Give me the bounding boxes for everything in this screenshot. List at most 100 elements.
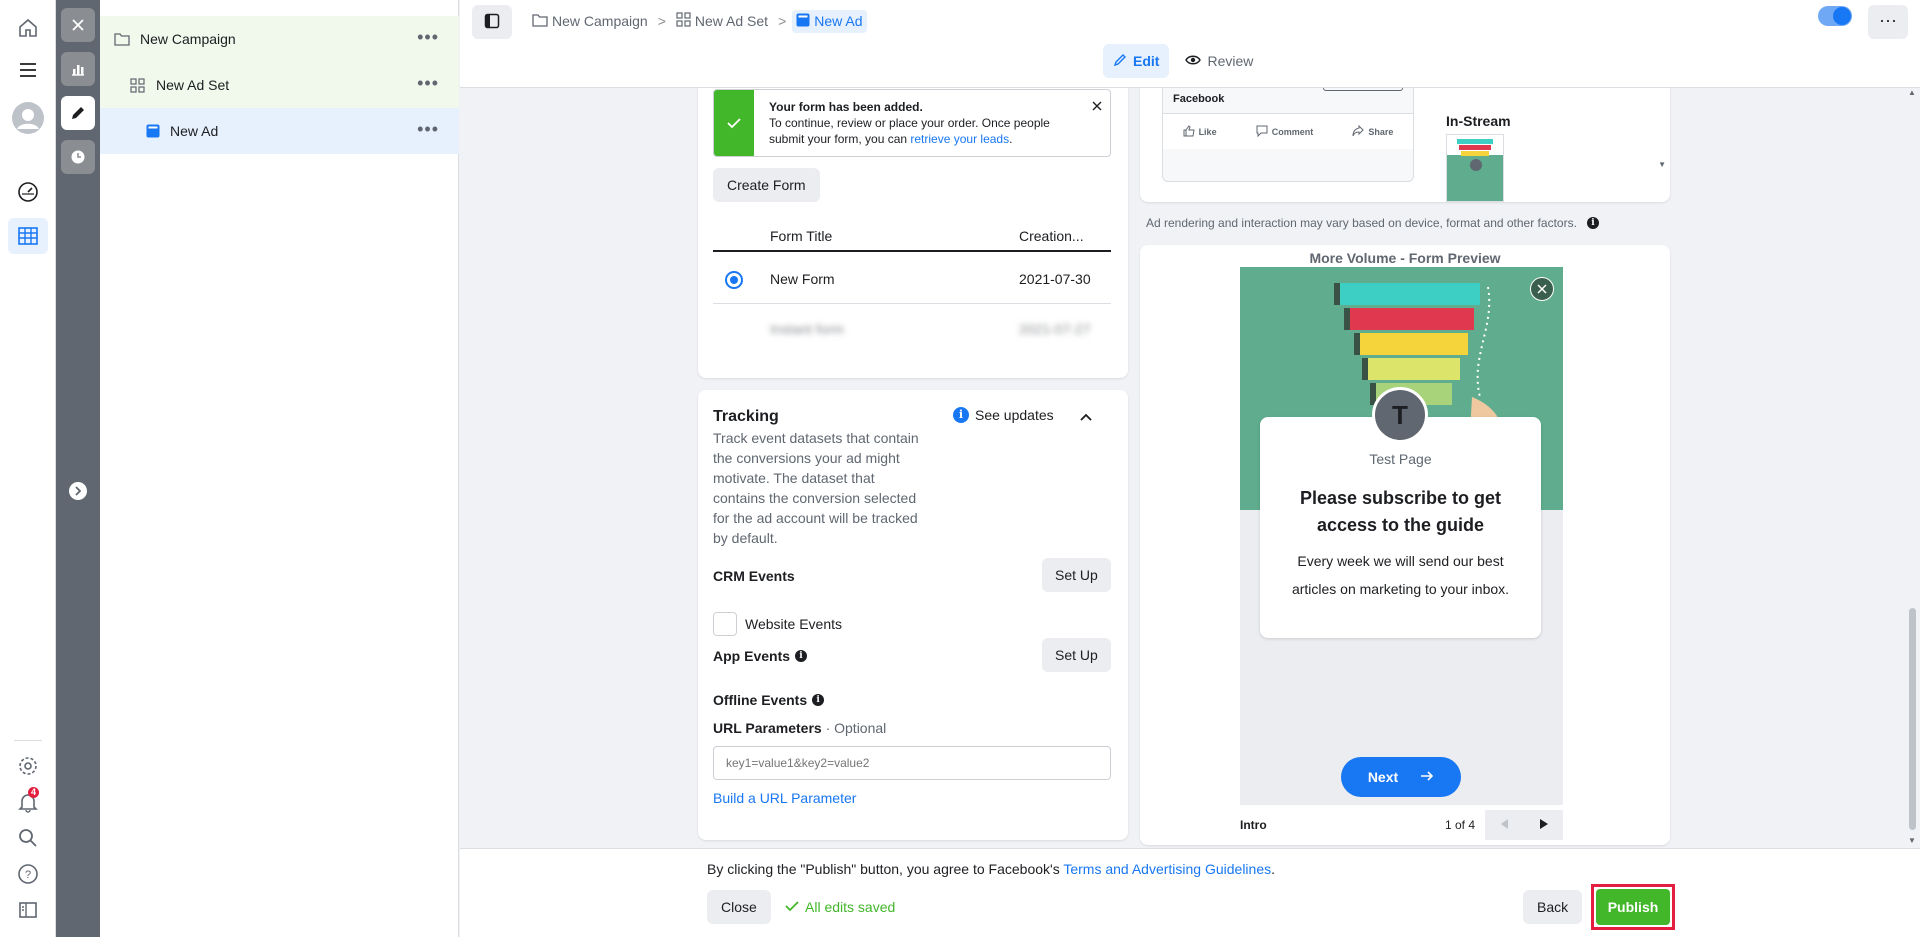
adset-grid-icon bbox=[676, 12, 691, 30]
breadcrumb-adset-label: New Ad Set bbox=[694, 13, 769, 29]
url-params-text: URL Parameters bbox=[713, 720, 822, 736]
retrieve-leads-link[interactable]: retrieve your leads bbox=[910, 132, 1009, 146]
chevron-right-icon[interactable] bbox=[69, 482, 87, 500]
form-body: Every week we will send our best article… bbox=[1291, 553, 1510, 597]
triangle-left-icon bbox=[1500, 818, 1509, 832]
form-title-cell: New Form bbox=[770, 271, 835, 287]
campaign-more-button[interactable]: ••• bbox=[417, 28, 439, 46]
adset-more-button[interactable]: ••• bbox=[417, 74, 439, 92]
instream-label: In-Stream bbox=[1446, 113, 1511, 129]
triangle-right-icon bbox=[1539, 818, 1548, 832]
info-icon[interactable]: i bbox=[795, 650, 808, 662]
menu-icon[interactable] bbox=[8, 52, 48, 88]
scrollbar-thumb[interactable] bbox=[1909, 608, 1916, 830]
info-icon: i bbox=[953, 407, 969, 423]
url-params-input[interactable] bbox=[713, 746, 1111, 780]
close-button[interactable]: Close bbox=[707, 890, 771, 924]
facebook-feed-preview[interactable]: Facebook Like Comment Share bbox=[1162, 88, 1414, 182]
crm-setup-button[interactable]: Set Up bbox=[1042, 558, 1111, 592]
previous-step-button[interactable] bbox=[1485, 810, 1524, 840]
dashboard-gauge-icon[interactable] bbox=[8, 174, 48, 210]
ad-more-button[interactable]: ••• bbox=[417, 120, 439, 138]
col-creation-date[interactable]: Creation... bbox=[1019, 228, 1084, 244]
top-bar: New Campaign > New Ad Set > New Ad ··· E… bbox=[460, 0, 1920, 88]
form-preview-card: More Volume - Form Preview T Test Page P… bbox=[1140, 245, 1670, 845]
eye-icon bbox=[1185, 53, 1202, 69]
preview-scroll-down-icon[interactable]: ▼ bbox=[1658, 160, 1666, 169]
crm-events-label: CRM Events bbox=[713, 568, 795, 584]
home-icon[interactable] bbox=[8, 10, 48, 46]
toggle-panel-button[interactable] bbox=[472, 5, 512, 39]
chevron-up-icon[interactable] bbox=[1080, 408, 1092, 424]
comment-icon bbox=[1256, 125, 1268, 139]
panel-toggle-icon bbox=[484, 13, 500, 32]
tree-ad-label: New Ad bbox=[170, 123, 219, 139]
table-row[interactable]: Instant form 2021-07-27 bbox=[713, 304, 1111, 354]
info-icon[interactable]: i bbox=[812, 694, 825, 706]
col-form-title[interactable]: Form Title bbox=[770, 228, 832, 244]
back-button[interactable]: Back bbox=[1523, 890, 1583, 924]
tracking-description: Track event datasets that contain the co… bbox=[713, 430, 919, 546]
website-events-checkbox[interactable] bbox=[713, 612, 737, 636]
pencil-icon[interactable] bbox=[61, 96, 95, 130]
breadcrumb-adset[interactable]: New Ad Set bbox=[672, 9, 772, 33]
settings-icon[interactable] bbox=[8, 748, 48, 784]
sidebar-layout-icon[interactable] bbox=[8, 892, 48, 928]
breadcrumb-campaign[interactable]: New Campaign bbox=[528, 10, 652, 33]
global-nav-rail: 4 ? bbox=[0, 0, 56, 937]
scroll-down-icon[interactable]: ▼ bbox=[1908, 836, 1916, 845]
folder-icon bbox=[114, 32, 132, 46]
tree-item-ad[interactable]: New Ad ••• bbox=[100, 108, 459, 154]
ad-status-toggle[interactable] bbox=[1818, 6, 1852, 26]
more-options-button[interactable]: ··· bbox=[1868, 5, 1908, 39]
close-icon[interactable] bbox=[1092, 98, 1102, 116]
form-date-cell: 2021-07-27 bbox=[1019, 321, 1091, 337]
table-grid-icon[interactable] bbox=[8, 218, 48, 254]
form-radio-selected[interactable] bbox=[725, 271, 743, 289]
create-form-button[interactable]: Create Form bbox=[713, 168, 820, 202]
arrow-right-icon bbox=[1420, 769, 1434, 785]
page-name: Test Page bbox=[1369, 451, 1432, 467]
step-count: 1 of 4 bbox=[1445, 818, 1476, 832]
close-icon[interactable] bbox=[61, 8, 95, 42]
notice-description: To continue, review or place your order.… bbox=[769, 115, 1069, 147]
tree-item-adset[interactable]: New Ad Set ••• bbox=[100, 62, 459, 108]
bar-chart-icon[interactable] bbox=[61, 52, 95, 86]
build-url-link[interactable]: Build a URL Parameter bbox=[713, 790, 856, 806]
app-setup-button[interactable]: Set Up bbox=[1042, 638, 1111, 672]
tab-edit[interactable]: Edit bbox=[1103, 44, 1170, 78]
notice-end: . bbox=[1009, 132, 1013, 146]
publish-button[interactable]: Publish bbox=[1596, 889, 1670, 925]
terms-link[interactable]: Terms and Advertising Guidelines bbox=[1063, 861, 1271, 877]
publish-footer: By clicking the "Publish" button, you ag… bbox=[460, 848, 1920, 937]
disclaimer-text: Ad rendering and interaction may vary ba… bbox=[1146, 216, 1577, 230]
info-icon[interactable]: i bbox=[1586, 217, 1599, 229]
page-scrollbar[interactable]: ▲ ▼ bbox=[1904, 88, 1920, 848]
notifications-icon[interactable]: 4 bbox=[8, 784, 48, 820]
see-updates-link[interactable]: i See updates bbox=[953, 407, 1054, 423]
search-icon[interactable] bbox=[8, 820, 48, 856]
mode-tabs: Edit Review bbox=[1103, 44, 1263, 78]
website-events-label: Website Events bbox=[745, 616, 843, 632]
breadcrumb-ad[interactable]: New Ad bbox=[792, 9, 867, 33]
next-label: Next bbox=[1367, 769, 1399, 785]
form-title-cell: Instant form bbox=[770, 321, 844, 337]
scroll-up-icon[interactable]: ▲ bbox=[1908, 88, 1916, 97]
instream-thumbnail[interactable] bbox=[1446, 134, 1504, 202]
clock-icon[interactable] bbox=[61, 140, 95, 174]
next-button[interactable]: Next bbox=[1341, 757, 1461, 797]
tree-item-campaign[interactable]: New Campaign ••• bbox=[100, 16, 459, 62]
tab-review[interactable]: Review bbox=[1175, 44, 1263, 78]
breadcrumb-ad-label: New Ad bbox=[814, 13, 863, 29]
like-action: Like bbox=[1183, 124, 1217, 139]
table-row[interactable]: New Form 2021-07-30 bbox=[713, 254, 1111, 304]
next-step-button[interactable] bbox=[1524, 810, 1563, 840]
cta-box bbox=[1323, 88, 1403, 91]
app-events-text: App Events bbox=[713, 648, 791, 664]
form-preview-screen: T Test Page Please subscribe to get acce… bbox=[1240, 267, 1563, 805]
lead-form-intro-card: T Test Page Please subscribe to get acce… bbox=[1260, 387, 1541, 638]
checkmark-icon bbox=[785, 899, 799, 915]
avatar-icon[interactable] bbox=[8, 100, 48, 136]
help-icon[interactable]: ? bbox=[8, 856, 48, 892]
close-icon[interactable] bbox=[1530, 277, 1554, 301]
